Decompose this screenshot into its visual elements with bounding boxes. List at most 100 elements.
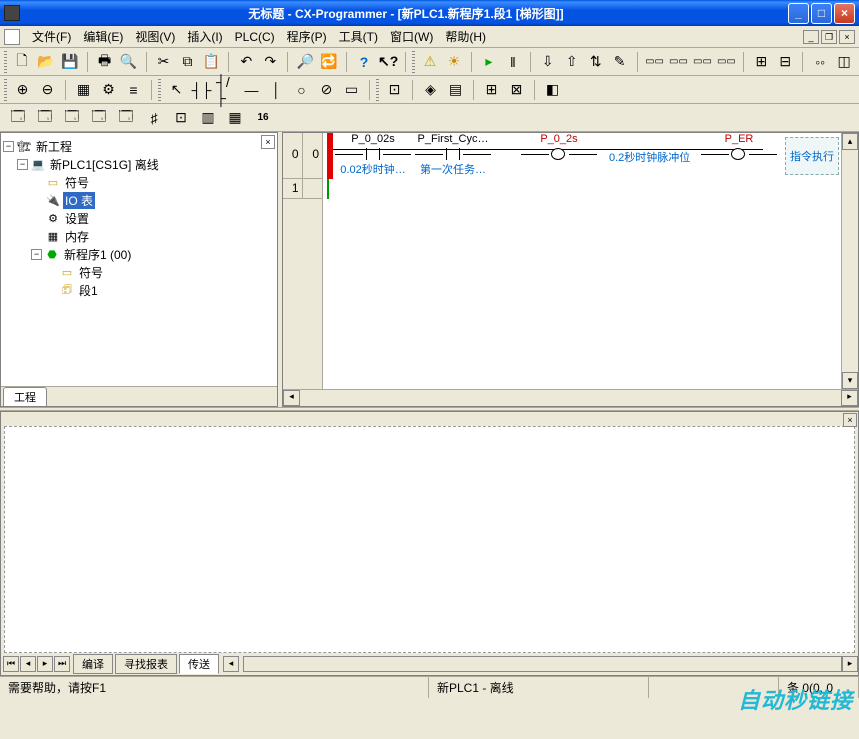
scroll-track[interactable] <box>300 390 841 406</box>
scroll-down-button[interactable]: ▾ <box>842 372 858 389</box>
toolbar-grip[interactable] <box>376 79 379 101</box>
tree-plc[interactable]: − 💻 新PLC1[CS1G] 离线 <box>3 155 275 173</box>
menu-plc[interactable]: PLC(C) <box>229 28 281 46</box>
mode-run-button[interactable]: ▭▭ <box>715 51 737 73</box>
output-text[interactable] <box>4 426 855 653</box>
mdi-minimize-button[interactable]: _ <box>803 30 819 44</box>
coil-button[interactable]: ○ <box>290 79 313 101</box>
save-file-button[interactable]: 💾 <box>59 51 81 73</box>
mdi-restore-button[interactable]: ❐ <box>821 30 837 44</box>
close-button[interactable]: × <box>834 3 855 24</box>
minimize-button[interactable]: _ <box>788 3 809 24</box>
tool-j-button[interactable]: ◧ <box>541 79 564 101</box>
tree-symbols[interactable]: ▭ 符号 <box>3 173 275 191</box>
menu-file[interactable]: 文件(F) <box>26 26 77 47</box>
tool-b-button[interactable]: ⊟ <box>774 51 796 73</box>
view-radix-button[interactable]: 16 <box>250 107 276 129</box>
tree-memory[interactable]: ▦ 内存 <box>3 227 275 245</box>
new-file-button[interactable]: 🗋 <box>11 51 33 73</box>
mdi-icon[interactable] <box>4 29 20 45</box>
undo-button[interactable]: ↶ <box>235 51 257 73</box>
props-button[interactable]: ⚙ <box>97 79 120 101</box>
ladder-content[interactable]: P_0_02s 0.02秒时钟… P_First_Cyc… 第一次任务… P_0… <box>323 133 841 389</box>
transfer-to-plc-button[interactable]: ⇩ <box>537 51 559 73</box>
mode-program-button[interactable]: ▭▭ <box>644 51 666 73</box>
mode-debug-button[interactable]: ▭▭ <box>668 51 690 73</box>
coil-p02s[interactable]: P_0_2s <box>521 133 597 175</box>
tab-compile[interactable]: 编译 <box>73 654 113 674</box>
scroll-right-button[interactable]: ▸ <box>842 656 858 672</box>
tab-prev-button[interactable]: ◂ <box>20 656 36 672</box>
hline-button[interactable]: — <box>240 79 263 101</box>
tab-project[interactable]: 工程 <box>3 387 47 406</box>
tool-c-button[interactable]: ◦◦ <box>809 51 831 73</box>
zoom-out-button[interactable]: ⊖ <box>36 79 59 101</box>
vertical-scrollbar[interactable]: ▴ ▾ <box>841 133 858 389</box>
tool-d-button[interactable]: ◫ <box>833 51 855 73</box>
pin-button[interactable]: × <box>843 413 857 427</box>
collapse-icon[interactable]: − <box>31 249 42 260</box>
warning-button[interactable]: ⚠ <box>419 51 441 73</box>
coil-neg-button[interactable]: ⊘ <box>315 79 338 101</box>
scroll-left-button[interactable]: ◂ <box>283 390 300 406</box>
sun-icon-button[interactable]: ☀ <box>443 51 465 73</box>
tree-io-table[interactable]: 🔌 IO 表 <box>3 191 275 209</box>
scroll-up-button[interactable]: ▴ <box>842 133 858 150</box>
tool-e-button[interactable]: ⊡ <box>383 79 406 101</box>
view-workspace-button[interactable]: 🗔 <box>5 107 31 129</box>
horizontal-scrollbar[interactable]: ◂ ▸ <box>283 389 858 406</box>
view-output-button[interactable]: 🗔 <box>32 107 58 129</box>
view-m-button[interactable]: ▥ <box>195 107 221 129</box>
collapse-icon[interactable]: − <box>17 159 28 170</box>
mdi-close-button[interactable]: × <box>839 30 855 44</box>
find-button[interactable]: 🔎 <box>294 51 316 73</box>
help-info-button[interactable]: ? <box>353 51 375 73</box>
ladder-canvas[interactable]: 0 0 1 P_0_02s 0.02秒时钟… P_First_C <box>283 133 858 406</box>
view-address-button[interactable]: 🗔 <box>86 107 112 129</box>
scroll-right-button[interactable]: ▸ <box>841 390 858 406</box>
online-edit-button[interactable]: ✎ <box>609 51 631 73</box>
function-button[interactable]: ▭ <box>340 79 363 101</box>
grid-button[interactable]: ▦ <box>72 79 95 101</box>
maximize-button[interactable]: □ <box>811 3 832 24</box>
view-n-button[interactable]: ▦ <box>222 107 248 129</box>
menu-insert[interactable]: 插入(I) <box>181 26 228 47</box>
menu-help[interactable]: 帮助(H) <box>439 26 492 47</box>
tool-h-button[interactable]: ⊞ <box>480 79 503 101</box>
context-help-button[interactable]: ↖? <box>377 51 399 73</box>
print-preview-button[interactable]: 🔍 <box>118 51 140 73</box>
contact-p002s[interactable]: P_0_02s 0.02秒时钟… <box>335 133 411 175</box>
scroll-left-button[interactable]: ◂ <box>223 656 239 672</box>
collapse-icon[interactable]: − <box>3 141 14 152</box>
view-k-button[interactable]: ♯ <box>141 107 167 129</box>
list-button[interactable]: ≡ <box>122 79 145 101</box>
menu-window[interactable]: 窗口(W) <box>384 26 439 47</box>
contact-nc-button[interactable]: ┤/├ <box>215 79 238 101</box>
contact-no-button[interactable]: ┤├ <box>190 79 213 101</box>
cut-button[interactable]: ✂ <box>153 51 175 73</box>
menu-program[interactable]: 程序(P) <box>281 26 333 47</box>
tool-i-button[interactable]: ⊠ <box>505 79 528 101</box>
rung-header-1[interactable]: 1 <box>283 179 322 199</box>
tab-last-button[interactable]: ⏭ <box>54 656 70 672</box>
transfer-from-plc-button[interactable]: ⇧ <box>561 51 583 73</box>
pin-button[interactable]: × <box>261 135 275 149</box>
compare-button[interactable]: ⇅ <box>585 51 607 73</box>
rung-header-0[interactable]: 0 0 <box>283 133 322 179</box>
tree-section[interactable]: 🗊 段1 <box>3 281 275 299</box>
run-button[interactable]: ▸ <box>478 51 500 73</box>
tool-f-button[interactable]: ◈ <box>419 79 442 101</box>
contact-first-cycle[interactable]: P_First_Cyc… 第一次任务… <box>415 133 491 175</box>
toolbar-grip[interactable] <box>4 51 7 73</box>
project-tree[interactable]: − 🏗 新工程 − 💻 新PLC1[CS1G] 离线 ▭ 符号 🔌 IO 表 ⚙… <box>1 133 277 386</box>
tool-g-button[interactable]: ▤ <box>444 79 467 101</box>
toolbar-grip[interactable] <box>4 79 7 101</box>
print-button[interactable]: 🖶 <box>94 51 116 73</box>
tool-a-button[interactable]: ⊞ <box>750 51 772 73</box>
view-watch-button[interactable]: 🗔 <box>59 107 85 129</box>
pause-button[interactable]: ‖ <box>502 51 524 73</box>
view-cross-button[interactable]: 🗔 <box>113 107 139 129</box>
zoom-in-button[interactable]: ⊕ <box>11 79 34 101</box>
tree-settings[interactable]: ⚙ 设置 <box>3 209 275 227</box>
menu-tools[interactable]: 工具(T) <box>333 26 384 47</box>
